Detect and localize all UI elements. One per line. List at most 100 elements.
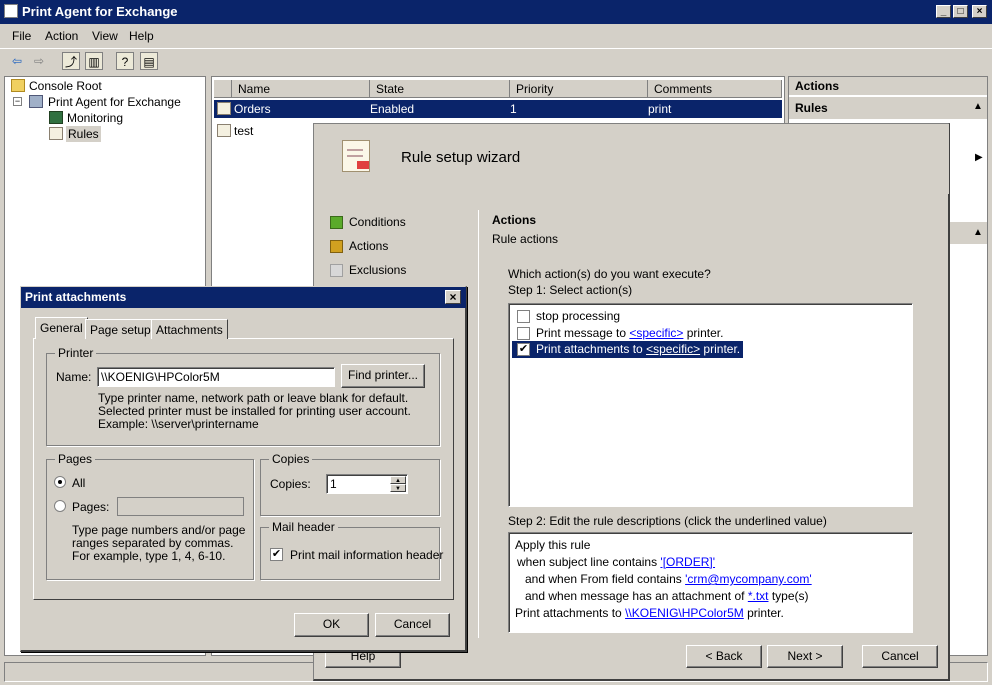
help-icon[interactable]: ? <box>116 52 134 70</box>
printer-group-label: Printer <box>55 346 97 360</box>
spin-up-icon[interactable]: ▲ <box>390 476 406 484</box>
radio-pages-label: Pages: <box>72 500 110 514</box>
step-actions[interactable]: Actions <box>349 239 388 253</box>
desc-line-4: and when message has an attachment of *.… <box>525 589 809 603</box>
attachment-type-link[interactable]: *.txt <box>748 589 769 603</box>
section-title: Actions <box>492 213 537 227</box>
from-value-link[interactable]: 'crm@mycompany.com' <box>685 572 812 586</box>
show-tree-icon[interactable]: ▥ <box>85 52 103 70</box>
copies-group-label: Copies <box>269 452 313 466</box>
column-priority[interactable]: Priority <box>510 80 648 98</box>
tab-attachments[interactable]: Attachments <box>151 319 228 339</box>
option-print-message: Print message to <specific> printer. <box>536 326 724 340</box>
column-name[interactable]: Name <box>232 80 370 98</box>
pages-group-label: Pages <box>55 452 96 466</box>
printer-agent-icon <box>29 95 43 108</box>
subject-value-link[interactable]: '[ORDER]' <box>660 555 715 569</box>
checkbox-print-message[interactable] <box>517 327 530 340</box>
collapse-up-icon[interactable]: ▲ <box>973 227 983 238</box>
folder-icon <box>11 79 25 92</box>
close-button[interactable]: × <box>972 5 987 18</box>
name-label: Name: <box>56 370 92 384</box>
tab-general[interactable]: General <box>35 317 88 339</box>
step2-label: Step 2: Edit the rule descriptions (clic… <box>508 514 827 528</box>
toolbar: ⇦ ⇨ ⤴ ▥ ? ▤ <box>0 48 992 72</box>
actions-step-icon <box>330 240 343 253</box>
section-subtitle: Rule actions <box>492 232 559 246</box>
column-icon-header[interactable] <box>214 80 232 98</box>
pages-input[interactable] <box>117 497 244 516</box>
actions-section-rules[interactable]: Rules <box>789 97 987 119</box>
pages-hint-1: Type page numbers and/or page <box>72 523 246 537</box>
table-row[interactable]: Orders Enabled 1 print <box>214 100 782 118</box>
radio-pages[interactable] <box>54 500 66 512</box>
dialog-cancel-button[interactable]: Cancel <box>375 613 450 637</box>
up-folder-icon[interactable]: ⤴ <box>62 52 80 70</box>
collapse-icon[interactable]: − <box>13 97 22 106</box>
rule-icon <box>217 102 231 115</box>
ok-button[interactable]: OK <box>294 613 369 637</box>
actions-question: Which action(s) do you want execute? <box>508 267 711 281</box>
spin-down-icon[interactable]: ▼ <box>390 484 406 492</box>
maximize-button[interactable]: □ <box>953 5 968 18</box>
option-print-attachments[interactable]: Print attachments to <specific> printer. <box>536 342 740 356</box>
forward-arrow-icon[interactable]: ⇨ <box>30 52 48 70</box>
monitor-icon <box>49 111 63 124</box>
specific-printer-link[interactable]: <specific> <box>629 326 683 340</box>
submenu-arrow-icon[interactable]: ▶ <box>975 152 983 163</box>
checkbox-print-attachments[interactable]: ✔ <box>517 343 530 356</box>
window-title-bar[interactable]: Print Agent for Exchange <box>0 0 992 24</box>
back-arrow-icon[interactable]: ⇦ <box>8 52 26 70</box>
row-priority: 1 <box>510 102 517 116</box>
radio-all[interactable] <box>54 476 66 488</box>
tree-console-root[interactable]: Console Root <box>29 78 102 94</box>
printer-hint-1: Type printer name, network path or leave… <box>98 391 409 405</box>
menu-view[interactable]: View <box>92 29 118 43</box>
mail-header-group: Mail header ✔ Print mail information hea… <box>260 520 444 580</box>
tree-monitoring[interactable]: Monitoring <box>67 110 123 126</box>
pages-hint-2: ranges separated by commas. <box>72 536 234 550</box>
option-stop-processing: stop processing <box>536 309 621 323</box>
menu-help[interactable]: Help <box>129 29 154 43</box>
mail-header-label: Print mail information header <box>290 548 444 562</box>
tab-page-setup[interactable]: Page setup <box>85 319 156 339</box>
tree-print-agent[interactable]: Print Agent for Exchange <box>48 94 181 110</box>
app-icon <box>4 4 18 18</box>
window-title: Print Agent for Exchange <box>22 4 178 19</box>
back-button[interactable]: < Back <box>686 645 762 668</box>
checkbox-stop-processing[interactable] <box>517 310 530 323</box>
dialog-title: Print attachments <box>25 290 127 304</box>
tree-rules[interactable]: Rules <box>66 126 101 142</box>
radio-all-label: All <box>72 476 86 490</box>
find-printer-button[interactable]: Find printer... <box>341 364 425 388</box>
minimize-button[interactable]: _ <box>936 5 951 18</box>
actions-checklist: stop processing Print message to <specif… <box>508 303 913 507</box>
action-pane-icon[interactable]: ▤ <box>140 52 158 70</box>
desc-line-3: and when From field contains 'crm@mycomp… <box>525 572 812 586</box>
cancel-button[interactable]: Cancel <box>862 645 938 668</box>
desc-line-2: when subject line contains '[ORDER]' <box>517 555 716 569</box>
menu-file[interactable]: File <box>12 29 31 43</box>
desc-line-1: Apply this rule <box>515 538 591 552</box>
wizard-header: Rule setup wizard <box>314 124 949 194</box>
column-comments[interactable]: Comments <box>648 80 782 98</box>
row-name: Orders <box>234 102 271 116</box>
step-exclusions[interactable]: Exclusions <box>349 263 406 277</box>
wizard-icon <box>342 140 370 172</box>
menu-action[interactable]: Action <box>45 29 78 43</box>
wizard-title: Rule setup wizard <box>401 149 521 166</box>
mail-header-checkbox[interactable]: ✔ <box>270 548 283 561</box>
dialog-title-bar[interactable]: Print attachments <box>21 287 466 308</box>
menu-bar: File Action View Help <box>0 26 992 46</box>
exclusions-step-icon <box>330 264 343 277</box>
step-conditions[interactable]: Conditions <box>349 215 406 229</box>
dialog-close-icon[interactable]: × <box>445 290 461 304</box>
specific-printer-link[interactable]: <specific> <box>646 342 700 356</box>
column-state[interactable]: State <box>370 80 510 98</box>
printer-value-link[interactable]: \\KOENIG\HPColor5M <box>625 606 744 620</box>
collapse-up-icon[interactable]: ▲ <box>973 101 983 112</box>
rules-icon <box>49 127 63 140</box>
next-button[interactable]: Next > <box>767 645 843 668</box>
printer-name-input[interactable]: \\KOENIG\HPColor5M <box>97 367 335 387</box>
wizard-divider <box>478 210 479 638</box>
